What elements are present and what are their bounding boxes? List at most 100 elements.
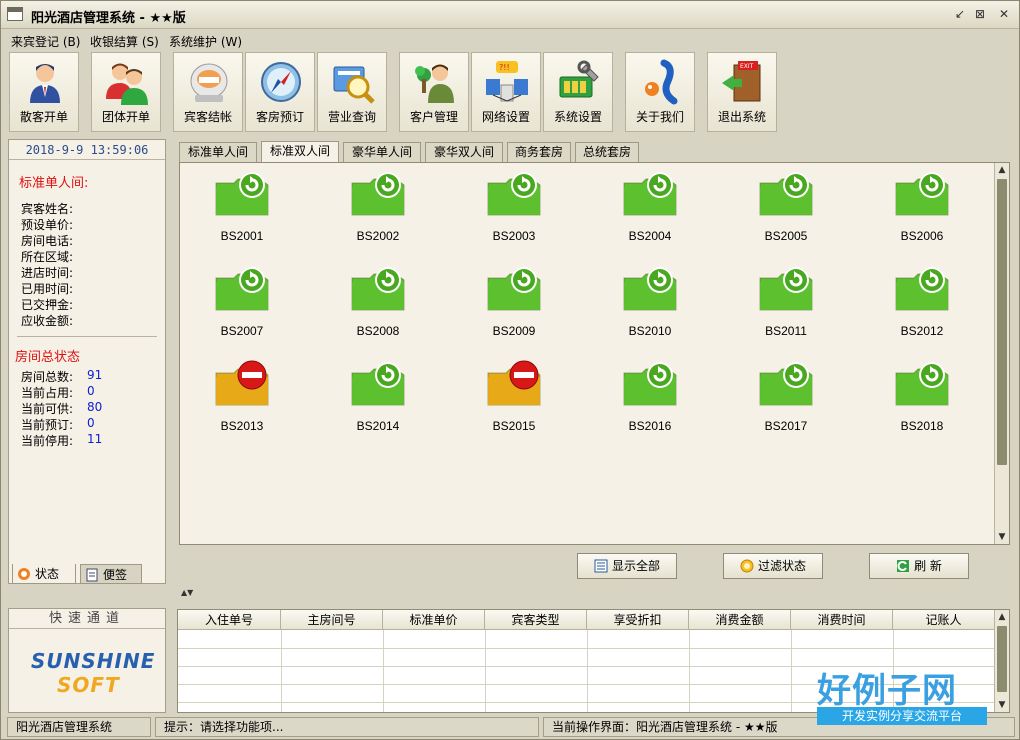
room-bs2011[interactable]: BS2011: [736, 264, 836, 344]
room-available-icon: [487, 267, 541, 311]
room-bs2018[interactable]: BS2018: [872, 359, 972, 439]
filter-status-button[interactable]: 过滤状态: [723, 553, 823, 579]
tab-standard-single[interactable]: 标准单人间: [179, 142, 257, 162]
toolbar-button-system-settings[interactable]: 系统设置: [543, 52, 613, 132]
tab-deluxe-single[interactable]: 豪华单人间: [343, 142, 421, 162]
group-guest-icon: [106, 63, 148, 105]
room-number-label: BS2009: [492, 324, 536, 338]
toolbar-button-single-guest[interactable]: 散客开单: [9, 52, 79, 132]
toolbar-button-group-guest[interactable]: 团体开单: [91, 52, 161, 132]
room-bs2012[interactable]: BS2012: [872, 264, 972, 344]
room-available-icon: [351, 267, 405, 311]
col-header-discount[interactable]: 享受折扣: [587, 610, 689, 630]
col-header-guest-type[interactable]: 宾客类型: [485, 610, 587, 630]
room-number-label: BS2002: [356, 229, 400, 243]
room-bs2001[interactable]: BS2001: [192, 169, 292, 249]
site-watermark-logo: 好例子网 开发实例分享交流平台: [813, 661, 1013, 731]
room-bs2006[interactable]: BS2006: [872, 169, 972, 249]
refresh-label: 刷 新: [914, 559, 942, 573]
divider: [17, 336, 157, 337]
scroll-thumb[interactable]: [997, 179, 1007, 465]
room-bs2008[interactable]: BS2008: [328, 264, 428, 344]
tab-presidential-suite[interactable]: 总统套房: [575, 142, 639, 162]
restore-icon[interactable]: ↙: [951, 6, 969, 22]
close-icon[interactable]: ✕: [995, 6, 1013, 22]
scroll-up-icon[interactable]: ▲: [995, 163, 1009, 177]
filter-icon: [740, 559, 754, 573]
toolbar-button-customer-management[interactable]: 客户管理: [399, 52, 469, 132]
tab-business-suite[interactable]: 商务套房: [507, 142, 571, 162]
field-deposit: 已交押金:: [21, 298, 74, 312]
panel-splitter[interactable]: ▲▼: [173, 588, 1018, 606]
room-bs2013[interactable]: BS2013: [192, 359, 292, 439]
tab-standard-double[interactable]: 标准双人间: [261, 141, 339, 163]
toolbar-button-exit[interactable]: EXIT 退出系统: [707, 52, 777, 132]
menu-system-maintenance[interactable]: 系统维护 (W): [169, 33, 242, 50]
room-bs2005[interactable]: BS2005: [736, 169, 836, 249]
col-header-standard-price[interactable]: 标准单价: [383, 610, 485, 630]
toolbar-button-about[interactable]: 关于我们: [625, 52, 695, 132]
column-divider: [791, 630, 792, 712]
checkout-icon: [190, 63, 228, 102]
toolbar-label: 客户管理: [409, 110, 458, 124]
toolbar-button-business-query[interactable]: 营业查询: [317, 52, 387, 132]
room-bs2016[interactable]: BS2016: [600, 359, 700, 439]
room-bs2004[interactable]: BS2004: [600, 169, 700, 249]
show-all-button[interactable]: 显示全部: [577, 553, 677, 579]
room-bs2009[interactable]: BS2009: [464, 264, 564, 344]
stat-total-label: 房间总数:: [21, 370, 74, 384]
toolbar-button-network-settings[interactable]: ?!! 网络设置: [471, 52, 541, 132]
room-number-label: BS2006: [900, 229, 944, 243]
list-icon: [594, 559, 608, 573]
room-number-label: BS2001: [220, 229, 264, 243]
exit-door-icon: EXIT: [722, 61, 761, 102]
field-checkin-time: 进店时间:: [21, 266, 74, 280]
room-available-icon: [215, 267, 269, 311]
svg-text:?!!: ?!!: [499, 63, 510, 72]
room-section-title: 标准单人间:: [19, 176, 89, 191]
field-amount-due: 应收金额:: [21, 314, 74, 328]
show-all-label: 显示全部: [611, 559, 660, 573]
stat-available-value: 80: [87, 400, 103, 414]
room-available-icon: [623, 267, 677, 311]
room-available-icon: [759, 362, 813, 406]
scroll-down-icon[interactable]: ▼: [995, 530, 1009, 544]
col-header-amount[interactable]: 消费金额: [689, 610, 791, 630]
col-header-main-room[interactable]: 主房间号: [281, 610, 383, 630]
room-bs2017[interactable]: BS2017: [736, 359, 836, 439]
maximize-icon[interactable]: ⊠: [971, 6, 989, 22]
toolbar-label: 宾客结帐: [183, 110, 232, 124]
menu-guest-registration[interactable]: 来宾登记 (B): [11, 33, 80, 50]
collapse-arrow-icon[interactable]: ▲▼: [181, 588, 193, 597]
tab-deluxe-double[interactable]: 豪华双人间: [425, 142, 503, 162]
refresh-button[interactable]: 刷 新: [869, 553, 969, 579]
app-window: 阳光酒店管理系统 - ★★版 ↙ ⊠ ✕ 来宾登记 (B) 收银结算 (S) 系…: [0, 0, 1020, 740]
tab-status[interactable]: 状态: [12, 564, 76, 584]
col-header-checkin-no[interactable]: 入住单号: [178, 610, 281, 630]
table-row[interactable]: [178, 648, 994, 649]
room-number-label: BS2008: [356, 324, 400, 338]
toolbar-label: 关于我们: [635, 110, 684, 124]
toolbar-label: 营业查询: [327, 110, 376, 124]
toolbar-button-room-booking[interactable]: 客房预订: [245, 52, 315, 132]
datetime-display: 2018-9-9 13:59:06: [9, 140, 165, 160]
tab-notes[interactable]: 便签: [80, 564, 142, 584]
col-header-bookkeeper[interactable]: 记账人: [893, 610, 995, 630]
title-bar: 阳光酒店管理系统 - ★★版 ↙ ⊠ ✕: [1, 1, 1019, 29]
room-available-icon: [895, 267, 949, 311]
room-bs2007[interactable]: BS2007: [192, 264, 292, 344]
room-bs2003[interactable]: BS2003: [464, 169, 564, 249]
room-bs2010[interactable]: BS2010: [600, 264, 700, 344]
toolbar-button-checkout[interactable]: 宾客结帐: [173, 52, 243, 132]
menu-checkout[interactable]: 收银结算 (S): [90, 33, 159, 50]
room-bs2015[interactable]: BS2015: [464, 359, 564, 439]
col-header-consume-time[interactable]: 消费时间: [791, 610, 893, 630]
customer-icon: [415, 64, 454, 103]
room-bs2002[interactable]: BS2002: [328, 169, 428, 249]
room-scrollbar[interactable]: ▲ ▼: [994, 163, 1009, 544]
scroll-up-icon[interactable]: ▲: [995, 610, 1009, 624]
status-app-name: 阳光酒店管理系统: [7, 717, 151, 737]
room-available-icon: [623, 172, 677, 216]
room-bs2014[interactable]: BS2014: [328, 359, 428, 439]
room-number-label: BS2012: [900, 324, 944, 338]
